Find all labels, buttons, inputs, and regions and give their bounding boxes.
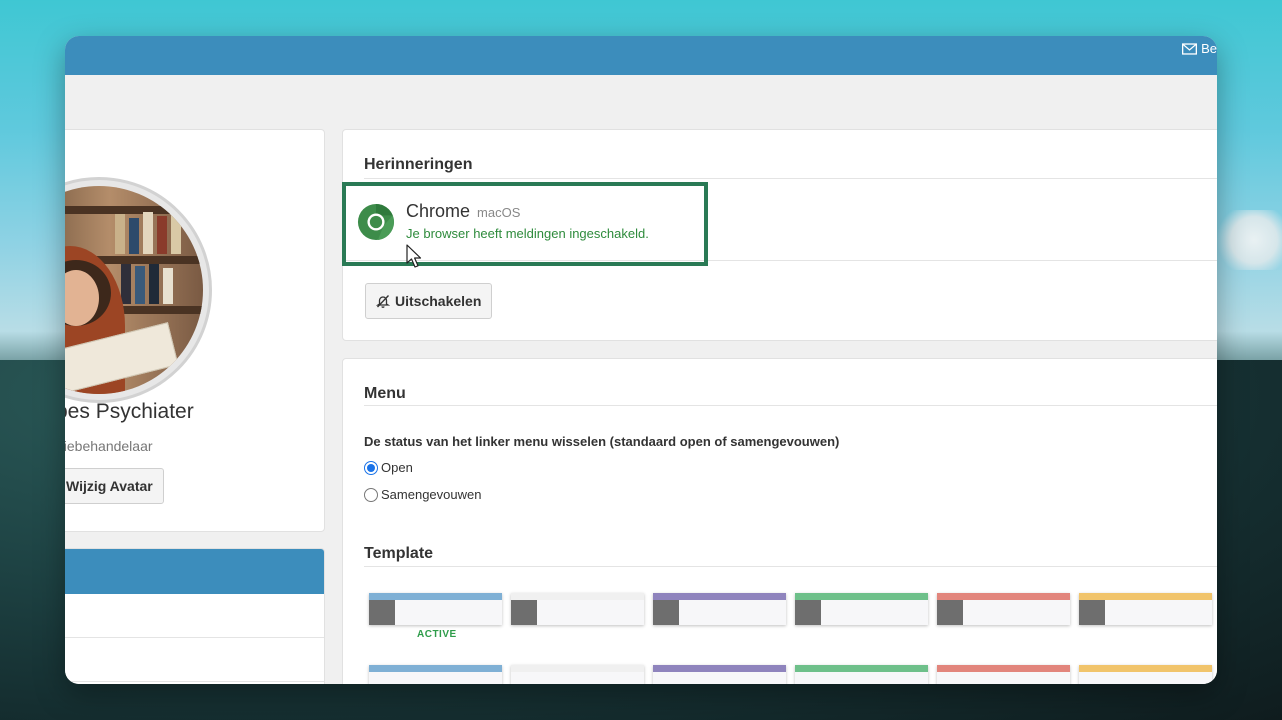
menu-option-collapsed[interactable]: Samengevouwen: [364, 487, 481, 502]
reminders-title: Herinneringen: [364, 156, 473, 173]
template-option[interactable]: [1079, 665, 1212, 684]
bell-slash-icon: [376, 295, 390, 308]
template-option[interactable]: [369, 593, 502, 625]
panel-row[interactable]: [65, 638, 324, 682]
menu-title: Menu: [364, 385, 406, 402]
panel-header: [65, 549, 324, 594]
template-header-bar: [511, 665, 644, 672]
menu-option-open[interactable]: Open: [364, 460, 413, 475]
template-header-bar: [937, 593, 1070, 600]
template-sidebar: [653, 600, 679, 625]
envelope-icon: [1182, 42, 1198, 55]
mouse-cursor-icon: [406, 244, 422, 268]
template-sidebar: [937, 600, 963, 625]
template-header-bar: [1079, 665, 1212, 672]
profile-role: giebehandelaar: [65, 438, 153, 454]
template-title: Template: [364, 545, 434, 562]
template-option[interactable]: [653, 593, 786, 625]
disable-label: Uitschakelen: [395, 293, 482, 309]
profile-name: oes Psychiater: [65, 400, 194, 423]
radio-collapsed[interactable]: [364, 487, 378, 502]
top-navbar: Be: [65, 36, 1217, 75]
template-header-bar: [369, 665, 502, 672]
template-option[interactable]: [795, 665, 928, 684]
messages-label: Be: [1201, 41, 1217, 56]
template-sidebar: [795, 600, 821, 625]
template-header-bar: [937, 665, 1070, 672]
template-option[interactable]: [795, 593, 928, 625]
template-header-bar: [369, 593, 502, 600]
template-option[interactable]: [937, 665, 1070, 684]
template-header-bar: [511, 593, 644, 600]
avatar: [65, 186, 203, 394]
template-sidebar: [369, 600, 395, 625]
template-option[interactable]: [1079, 593, 1212, 625]
template-option[interactable]: [937, 593, 1070, 625]
messages-link[interactable]: Be: [1182, 41, 1217, 56]
avatar-frame: [65, 177, 212, 403]
template-active-label: ACTIVE: [417, 629, 457, 640]
reminders-card: Herinneringen Chrome macOS Je browser he…: [342, 129, 1217, 341]
highlight-box: [342, 182, 708, 266]
menu-settings-card: Menu De status van het linker menu wisse…: [342, 358, 1217, 684]
background-cloud: [1212, 210, 1282, 270]
template-header-bar: [653, 665, 786, 672]
template-option[interactable]: [511, 593, 644, 625]
template-option[interactable]: [369, 665, 502, 684]
app-window: Be oes Psychiater giebehandelaar Wijzig …: [65, 36, 1217, 684]
template-header-bar: [1079, 593, 1212, 600]
template-sidebar: [1079, 600, 1105, 625]
change-avatar-label: Wijzig Avatar: [66, 478, 153, 494]
template-sidebar: [511, 600, 537, 625]
panel-row[interactable]: [65, 594, 324, 638]
change-avatar-button[interactable]: Wijzig Avatar: [65, 468, 164, 504]
template-header-bar: [653, 593, 786, 600]
profile-card: oes Psychiater giebehandelaar Wijzig Ava…: [65, 129, 325, 532]
template-option[interactable]: [653, 665, 786, 684]
menu-description: De status van het linker menu wisselen (…: [364, 434, 840, 449]
template-option[interactable]: [511, 665, 644, 684]
secondary-panel: [65, 548, 325, 684]
template-header-bar: [795, 665, 928, 672]
radio-open[interactable]: [364, 460, 378, 475]
template-header-bar: [795, 593, 928, 600]
disable-notifications-button[interactable]: Uitschakelen: [365, 283, 493, 319]
